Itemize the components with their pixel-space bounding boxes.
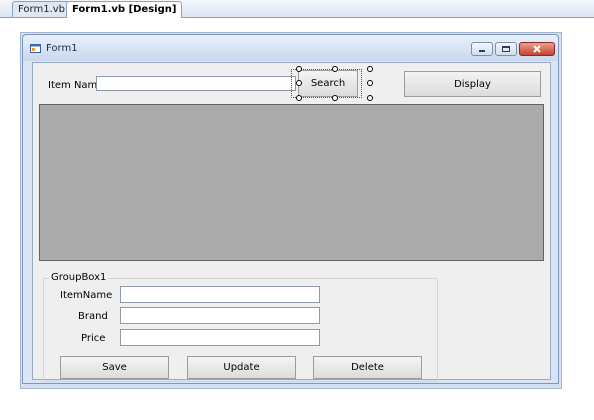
resize-handle-bottom-right[interactable] — [367, 95, 373, 101]
maximize-button[interactable] — [495, 42, 517, 56]
groupbox-caption: GroupBox1 — [49, 272, 109, 283]
price-input[interactable] — [120, 329, 320, 346]
item-name-input[interactable] — [96, 76, 296, 91]
resize-handle-right[interactable] — [367, 80, 373, 86]
form-client-area: Item Name Search Display GroupBox1 ItemN… — [32, 62, 551, 382]
resize-handle-left[interactable] — [296, 80, 302, 86]
brand-label: Brand — [78, 311, 108, 322]
itemname-label: ItemName — [60, 290, 113, 301]
display-button[interactable]: Display — [404, 71, 541, 97]
close-icon — [533, 45, 541, 53]
brand-input[interactable] — [120, 307, 320, 324]
tab-form1-design[interactable]: Form1.vb [Design] — [66, 1, 183, 18]
update-button[interactable]: Update — [187, 356, 296, 379]
data-grid-view[interactable] — [39, 104, 544, 261]
form-title: Form1 — [46, 43, 78, 54]
minimize-icon — [479, 50, 485, 52]
close-button[interactable] — [519, 42, 555, 56]
document-tab-strip: Form1.vb Form1.vb [Design] — [0, 0, 594, 18]
groupbox: GroupBox1 ItemName Brand Price Save Upda… — [43, 272, 438, 382]
itemname-input[interactable] — [120, 286, 320, 303]
form-window[interactable]: Form1 Item Name Search Display GroupBox1… — [22, 34, 559, 384]
save-button[interactable]: Save — [60, 356, 169, 379]
resize-handle-top-left[interactable] — [296, 66, 302, 72]
resize-handle-bottom-left[interactable] — [296, 95, 302, 101]
resize-handle-top[interactable] — [332, 66, 338, 72]
tab-form1-code[interactable]: Form1.vb — [12, 1, 71, 17]
maximize-icon — [502, 46, 510, 52]
form-icon — [30, 44, 41, 53]
delete-button[interactable]: Delete — [313, 356, 422, 379]
form-titlebar[interactable]: Form1 — [23, 35, 558, 61]
minimize-button[interactable] — [471, 42, 493, 56]
resize-handle-top-right[interactable] — [367, 66, 373, 72]
resize-handle-bottom[interactable] — [332, 95, 338, 101]
price-label: Price — [81, 333, 106, 344]
